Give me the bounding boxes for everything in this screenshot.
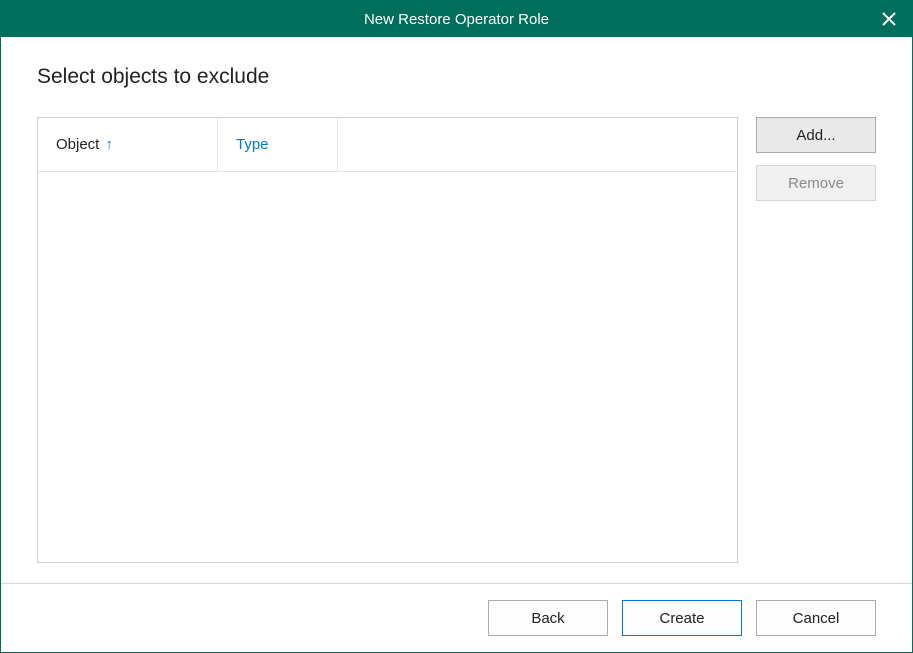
- dialog-window: New Restore Operator Role Select objects…: [0, 0, 913, 653]
- exclude-table: Object ↑ Type: [37, 117, 738, 563]
- add-button[interactable]: Add...: [756, 117, 876, 153]
- table-body: [38, 172, 737, 562]
- column-header-spacer: [338, 118, 737, 171]
- column-label: Type: [236, 136, 269, 153]
- window-title: New Restore Operator Role: [1, 11, 912, 28]
- cancel-button[interactable]: Cancel: [756, 600, 876, 636]
- main-row: Object ↑ Type Add... Remove: [37, 117, 876, 563]
- side-button-panel: Add... Remove: [756, 117, 876, 563]
- page-heading: Select objects to exclude: [37, 65, 876, 89]
- titlebar: New Restore Operator Role: [1, 1, 912, 37]
- remove-button[interactable]: Remove: [756, 165, 876, 201]
- column-header-object[interactable]: Object ↑: [38, 118, 218, 171]
- column-label: Object: [56, 136, 99, 153]
- dialog-content: Select objects to exclude Object ↑ Type …: [1, 37, 912, 583]
- close-button[interactable]: [866, 1, 912, 37]
- back-button[interactable]: Back: [488, 600, 608, 636]
- create-button[interactable]: Create: [622, 600, 742, 636]
- sort-ascending-icon: ↑: [105, 136, 113, 153]
- column-header-type[interactable]: Type: [218, 118, 338, 171]
- close-icon: [882, 12, 896, 26]
- dialog-footer: Back Create Cancel: [1, 583, 912, 652]
- table-header: Object ↑ Type: [38, 118, 737, 172]
